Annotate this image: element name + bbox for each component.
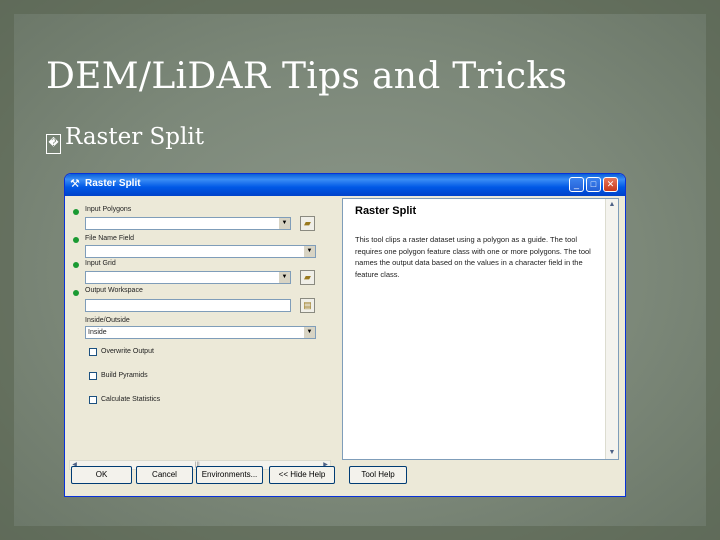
help-pane: Raster Split This tool clips a raster da… — [342, 198, 619, 460]
maximize-button[interactable]: □ — [586, 177, 601, 192]
browse-folder-icon[interactable]: ▰ — [300, 270, 315, 285]
window-title: Raster Split — [85, 178, 141, 189]
overwrite-output-checkbox[interactable] — [89, 348, 97, 356]
file-name-field-select[interactable]: ▼ — [85, 245, 316, 258]
tool-help-button[interactable]: Tool Help — [349, 466, 407, 484]
parameters-pane: Input Polygons ▼ ▰ File Name Field ▼ Inp… — [69, 198, 329, 458]
help-body: This tool clips a raster dataset using a… — [355, 235, 591, 279]
required-icon — [73, 262, 79, 268]
calculate-statistics-label: Calculate Statistics — [101, 396, 161, 403]
inside-outside-label: Inside/Outside — [85, 317, 130, 324]
inside-outside-value: Inside — [88, 329, 107, 336]
scroll-down-icon[interactable]: ▼ — [607, 448, 617, 458]
browse-folder-icon[interactable]: ▰ — [300, 216, 315, 231]
bullet-text: Raster Split — [65, 124, 204, 150]
input-polygons-label: Input Polygons — [85, 206, 132, 213]
chevron-down-icon[interactable]: ▼ — [279, 272, 290, 283]
bullet-glyph: � — [46, 134, 61, 154]
close-button[interactable]: ✕ — [603, 177, 618, 192]
browse-folder-icon[interactable]: ▤ — [300, 298, 315, 313]
toolbox-icon: ⚒ — [70, 178, 80, 190]
hide-help-button[interactable]: << Hide Help — [269, 466, 335, 484]
chevron-down-icon[interactable]: ▼ — [304, 246, 315, 257]
input-grid-label: Input Grid — [85, 260, 116, 267]
file-name-field-label: File Name Field — [85, 235, 135, 242]
output-workspace-label: Output Workspace — [85, 287, 143, 294]
slide-title: DEM/LiDAR Tips and Tricks — [46, 56, 568, 97]
raster-split-dialog: ⚒ Raster Split _ □ ✕ Input Polygons ▼ ▰ … — [65, 174, 625, 496]
window-titlebar[interactable]: ⚒ Raster Split _ □ ✕ — [65, 174, 625, 196]
cancel-button[interactable]: Cancel — [136, 466, 193, 484]
minimize-button[interactable]: _ — [569, 177, 584, 192]
ok-button[interactable]: OK — [71, 466, 132, 484]
slide-bullet: � Raster Split — [46, 124, 204, 154]
chevron-down-icon[interactable]: ▼ — [279, 218, 290, 229]
calculate-statistics-checkbox[interactable] — [89, 396, 97, 404]
required-icon — [73, 209, 79, 215]
vertical-scrollbar[interactable]: ▲ ▼ — [605, 199, 618, 459]
required-icon — [73, 290, 79, 296]
required-icon — [73, 237, 79, 243]
input-polygons-field[interactable]: ▼ — [85, 217, 291, 230]
help-heading: Raster Split — [355, 205, 417, 217]
environments-button[interactable]: Environments... — [196, 466, 263, 484]
build-pyramids-label: Build Pyramids — [101, 372, 148, 379]
overwrite-output-label: Overwrite Output — [101, 348, 154, 355]
build-pyramids-checkbox[interactable] — [89, 372, 97, 380]
chevron-down-icon[interactable]: ▼ — [304, 327, 315, 338]
output-workspace-field[interactable] — [85, 299, 291, 312]
input-grid-field[interactable]: ▼ — [85, 271, 291, 284]
inside-outside-select[interactable]: Inside ▼ — [85, 326, 316, 339]
scroll-up-icon[interactable]: ▲ — [607, 200, 617, 210]
